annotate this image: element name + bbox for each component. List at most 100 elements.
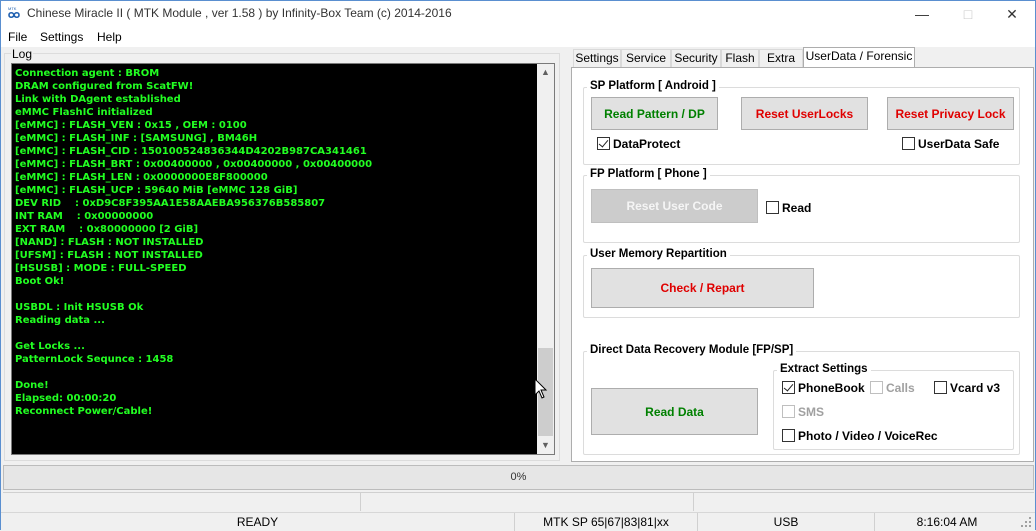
photo-video-checkbox[interactable]: Photo / Video / VoiceRec — [782, 429, 938, 443]
close-icon: ✕ — [1006, 6, 1018, 22]
phonebook-label: PhoneBook — [798, 381, 865, 395]
reset-privacy-label: Reset Privacy Lock — [895, 106, 1006, 121]
strip-divider — [360, 493, 361, 511]
read-pattern-label: Read Pattern / DP — [604, 106, 705, 121]
log-line: [eMMC] : FLASH_INF : [SAMSUNG] , BM46H — [15, 133, 258, 144]
checkbox-disabled-icon — [870, 381, 883, 394]
check-repart-label: Check / Repart — [660, 281, 745, 295]
infinity-logo-icon: MTK — [8, 6, 20, 19]
userdata-forensic-panel: SP Platform [ Android ] Read Pattern / D… — [571, 67, 1034, 462]
fp-platform-label: FP Platform [ Phone ] — [587, 168, 710, 180]
tab-extra[interactable]: Extra — [759, 49, 803, 68]
recovery-label: Direct Data Recovery Module [FP/SP] — [587, 344, 797, 356]
checkbox-empty-icon — [766, 201, 779, 214]
tab-flash[interactable]: Flash — [721, 49, 759, 68]
read-checkbox[interactable]: Read — [766, 201, 811, 215]
repartition-label: User Memory Repartition — [587, 248, 730, 260]
info-strip — [3, 492, 1034, 512]
userdata-safe-checkbox[interactable]: UserData Safe — [902, 137, 999, 151]
read-pattern-button[interactable]: Read Pattern / DP — [591, 97, 718, 130]
log-line: Connection agent : BROM — [15, 68, 160, 79]
scroll-down-icon[interactable]: ▼ — [537, 437, 554, 454]
log-lines: Connection agent : BROM DRAM configured f… — [15, 67, 535, 418]
maximize-button: □ — [945, 1, 991, 27]
log-line: [HSUSB] : MODE : FULL-SPEED — [15, 263, 187, 274]
status-time: 8:16:04 AM — [916, 515, 978, 529]
logo-text: MTK — [8, 6, 17, 11]
resize-grip-icon[interactable] — [1020, 516, 1032, 528]
tab-settings[interactable]: Settings — [573, 49, 621, 68]
reset-user-code-button: Reset User Code — [591, 189, 758, 223]
reset-user-code-label: Reset User Code — [626, 199, 723, 213]
log-line: Link with DAgent established — [15, 94, 181, 105]
read-label: Read — [782, 201, 812, 215]
sp-platform-label: SP Platform [ Android ] — [587, 80, 719, 92]
checkbox-checked-icon — [782, 381, 795, 394]
log-line: DRAM configured from ScatFW! — [15, 81, 194, 92]
status-bar: READY MTK SP 65|67|83|81|xx USB 8:16:04 … — [1, 512, 1035, 531]
vcard-checkbox[interactable]: Vcard v3 — [934, 381, 1000, 395]
menu-settings[interactable]: Settings — [40, 30, 83, 44]
log-line: Reading data ... — [15, 315, 105, 326]
log-line: [eMMC] : FLASH_VEN : 0x15 , OEM : 0100 — [15, 120, 247, 131]
log-line: Done! — [15, 380, 49, 391]
title-bar: MTK Chinese Miracle II ( MTK Module , ve… — [1, 1, 1035, 27]
reset-privacy-lock-button[interactable]: Reset Privacy Lock — [887, 97, 1014, 130]
photo-video-label: Photo / Video / VoiceRec — [798, 429, 938, 443]
log-line: eMMC FlashIC initialized — [15, 107, 153, 118]
log-line: [eMMC] : FLASH_LEN : 0x0000000E8F800000 — [15, 172, 268, 183]
tab-userdata-forensic[interactable]: UserData / Forensic — [803, 47, 915, 69]
log-console[interactable]: Connection agent : BROM DRAM configured f… — [11, 63, 555, 455]
log-line: EXT RAM : 0x80000000 [2 GiB] — [15, 224, 199, 235]
menu-file[interactable]: File — [8, 30, 27, 44]
calls-label: Calls — [886, 381, 915, 395]
log-label: Log — [11, 47, 34, 61]
app-window: MTK Chinese Miracle II ( MTK Module , ve… — [0, 0, 1036, 531]
sms-checkbox: SMS — [782, 405, 824, 419]
tab-strip: Settings Service Security Flash Extra Us… — [573, 47, 1036, 69]
log-line: Reconnect Power/Cable! — [15, 406, 153, 417]
log-line: [eMMC] : FLASH_BRT : 0x00400000 , 0x0040… — [15, 159, 373, 170]
mouse-cursor-icon — [534, 378, 548, 399]
extract-settings-label: Extract Settings — [777, 363, 871, 375]
log-line: USBDL : Init HSUSB Ok — [15, 302, 144, 313]
log-line: Get Locks ... — [15, 341, 85, 352]
strip-divider — [693, 493, 694, 511]
checkbox-empty-icon — [782, 429, 795, 442]
log-line: Elapsed: 00:00:20 — [15, 393, 117, 404]
menu-help[interactable]: Help — [97, 30, 122, 44]
dataprotect-checkbox[interactable]: DataProtect — [597, 137, 680, 151]
read-data-label: Read Data — [645, 404, 704, 419]
close-button[interactable]: ✕ — [989, 1, 1035, 27]
progress-bar: 0% — [3, 465, 1034, 490]
log-line: [NAND] : FLASH : NOT INSTALLED — [15, 237, 204, 248]
log-line: PatternLock Sequnce : 1458 — [15, 354, 174, 365]
reset-userlocks-label: Reset UserLocks — [755, 106, 854, 121]
tab-security[interactable]: Security — [671, 49, 721, 68]
log-line: Boot Ok! — [15, 276, 65, 287]
log-line: DEV RID : 0xD9C8F395AA1E58AAEBA956376B58… — [15, 198, 326, 209]
checkbox-empty-icon — [934, 381, 947, 394]
status-connection: USB — [773, 515, 799, 529]
minimize-button[interactable]: — — [899, 1, 945, 27]
check-repart-button[interactable]: Check / Repart — [591, 268, 814, 308]
checkbox-empty-icon — [902, 137, 915, 150]
sms-label: SMS — [798, 405, 825, 419]
reset-userlocks-button[interactable]: Reset UserLocks — [741, 97, 868, 130]
progress-text: 0% — [510, 471, 527, 483]
log-line: [eMMC] : FLASH_CID : 150100524836344D420… — [15, 146, 367, 157]
status-platform: MTK SP 65|67|83|81|xx — [543, 515, 669, 529]
read-data-button[interactable]: Read Data — [591, 388, 758, 435]
maximize-icon: □ — [963, 6, 973, 22]
log-line: [eMMC] : FLASH_UCP : 59640 MiB [eMMC 128… — [15, 185, 298, 196]
calls-checkbox: Calls — [870, 381, 915, 395]
dataprotect-label: DataProtect — [613, 137, 681, 151]
phonebook-checkbox[interactable]: PhoneBook — [782, 381, 865, 395]
minimize-icon: — — [915, 6, 929, 22]
status-state: READY — [236, 515, 279, 529]
tab-service[interactable]: Service — [621, 49, 671, 68]
checkbox-disabled-icon — [782, 405, 795, 418]
scroll-up-icon[interactable]: ▲ — [537, 64, 554, 81]
